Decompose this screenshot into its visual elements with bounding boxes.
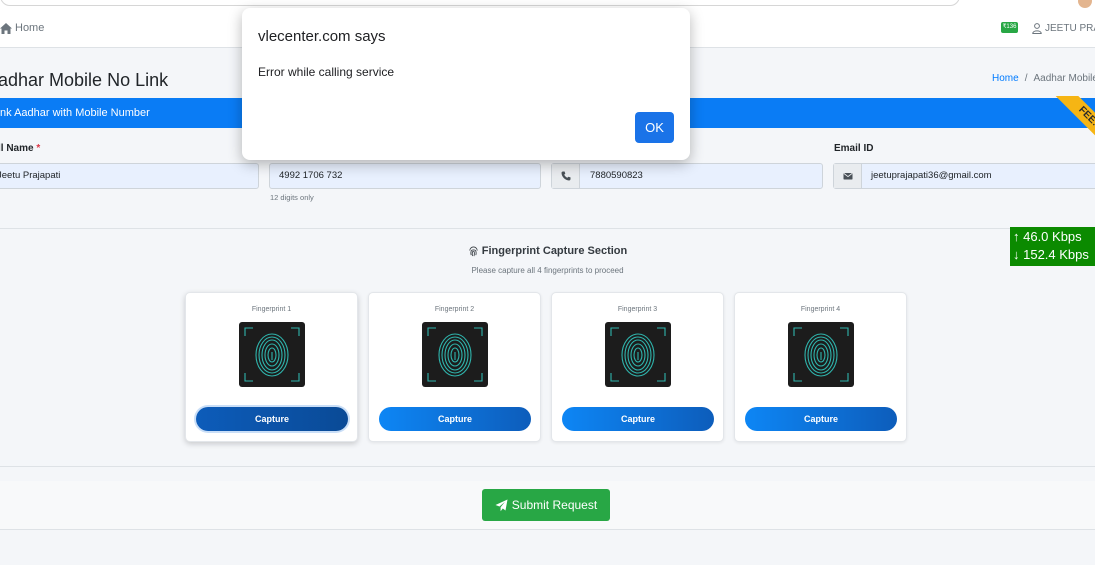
- mobile-number-input[interactable]: 7880590823: [551, 163, 823, 189]
- dialog-title: vlecenter.com says: [258, 28, 386, 45]
- fingerprint-card-label: Fingerprint 3: [617, 306, 658, 313]
- capture-button-1[interactable]: Capture: [196, 407, 348, 431]
- fingerprint-icon: [469, 246, 478, 256]
- fingerprint-card-label: Fingerprint 1: [251, 306, 292, 313]
- fingerprint-card-label: Fingerprint 2: [434, 306, 475, 313]
- fingerprint-scan-icon: [239, 322, 305, 387]
- full-name-input[interactable]: Jeetu Prajapati: [0, 163, 259, 189]
- capture-button-3[interactable]: Capture: [562, 407, 714, 431]
- user-icon: [1032, 23, 1042, 34]
- required-marker: *: [36, 143, 41, 154]
- dialog-ok-button[interactable]: OK: [635, 112, 674, 143]
- fingerprint-scan-icon: [605, 322, 671, 387]
- breadcrumb-separator: /: [1024, 73, 1028, 84]
- fingerprint-section-title: Fingerprint Capture Section: [0, 245, 1095, 257]
- full-name-label-text: ll Name: [0, 143, 34, 154]
- user-menu[interactable]: JEETU PRAJ: [1032, 23, 1095, 34]
- envelope-icon: [843, 173, 852, 180]
- breadcrumb-home-link[interactable]: Home: [992, 73, 1019, 84]
- phone-icon: [561, 171, 570, 181]
- page-title: adhar Mobile No Link: [0, 70, 169, 90]
- section-divider-bottom: [0, 466, 1095, 467]
- fingerprint-section-title-text: Fingerprint Capture Section: [481, 245, 628, 257]
- aadhar-number-value: 4992 1706 732: [279, 170, 343, 181]
- phone-addon: [552, 164, 580, 188]
- user-name: JEETU PRAJ: [1045, 23, 1095, 34]
- fingerprint-section-subtitle: Please capture all 4 fingerprints to pro…: [471, 266, 624, 275]
- home-label: Home: [15, 22, 45, 34]
- paper-plane-icon: [495, 499, 508, 511]
- fingerprint-scan-icon: [788, 322, 854, 387]
- full-name-label: ll Name *: [0, 143, 40, 154]
- dialog-message: Error while calling service: [258, 65, 395, 79]
- fee-ribbon: FEE: ₹1: [1040, 96, 1095, 146]
- breadcrumb: Home / Aadhar Mobile: [992, 73, 1095, 84]
- fingerprint-card-1: Fingerprint 1 Capture: [185, 292, 358, 442]
- wallet-badge[interactable]: ₹136: [1001, 22, 1018, 33]
- breadcrumb-current: Aadhar Mobile: [1033, 73, 1095, 84]
- capture-button-4[interactable]: Capture: [745, 407, 897, 431]
- email-input[interactable]: jeetuprajapati36@gmail.com: [833, 163, 1095, 189]
- fingerprint-card-label: Fingerprint 4: [800, 306, 841, 313]
- email-label: Email ID: [834, 143, 874, 154]
- address-bar-edge[interactable]: [0, 0, 960, 6]
- fingerprint-card-4: Fingerprint 4 Capture: [734, 292, 907, 442]
- fingerprint-card-2: Fingerprint 2 Capture: [368, 292, 541, 442]
- fingerprint-scan-icon: [422, 322, 488, 387]
- fingerprint-card-3: Fingerprint 3 Capture: [551, 292, 724, 442]
- capture-button-2[interactable]: Capture: [379, 407, 531, 431]
- alert-dialog: vlecenter.com says Error while calling s…: [242, 8, 690, 160]
- profile-avatar-edge[interactable]: [1078, 0, 1092, 8]
- upload-speed: ↑ 46.0 Kbps: [1013, 229, 1082, 244]
- section-divider-top: [0, 228, 1095, 229]
- fee-ribbon-text: FEE: ₹1: [1055, 96, 1095, 146]
- aadhar-hint: 12 digits only: [270, 193, 314, 202]
- mobile-number-value: 7880590823: [590, 170, 643, 181]
- submit-request-button[interactable]: Submit Request: [482, 489, 610, 521]
- full-name-value: Jeetu Prajapati: [0, 170, 61, 181]
- email-addon: [834, 164, 862, 188]
- submit-request-label: Submit Request: [511, 498, 598, 512]
- email-value: jeetuprajapati36@gmail.com: [871, 170, 992, 181]
- home-icon: [0, 22, 12, 34]
- home-link[interactable]: Home: [0, 22, 44, 34]
- aadhar-number-input[interactable]: 4992 1706 732: [269, 163, 541, 189]
